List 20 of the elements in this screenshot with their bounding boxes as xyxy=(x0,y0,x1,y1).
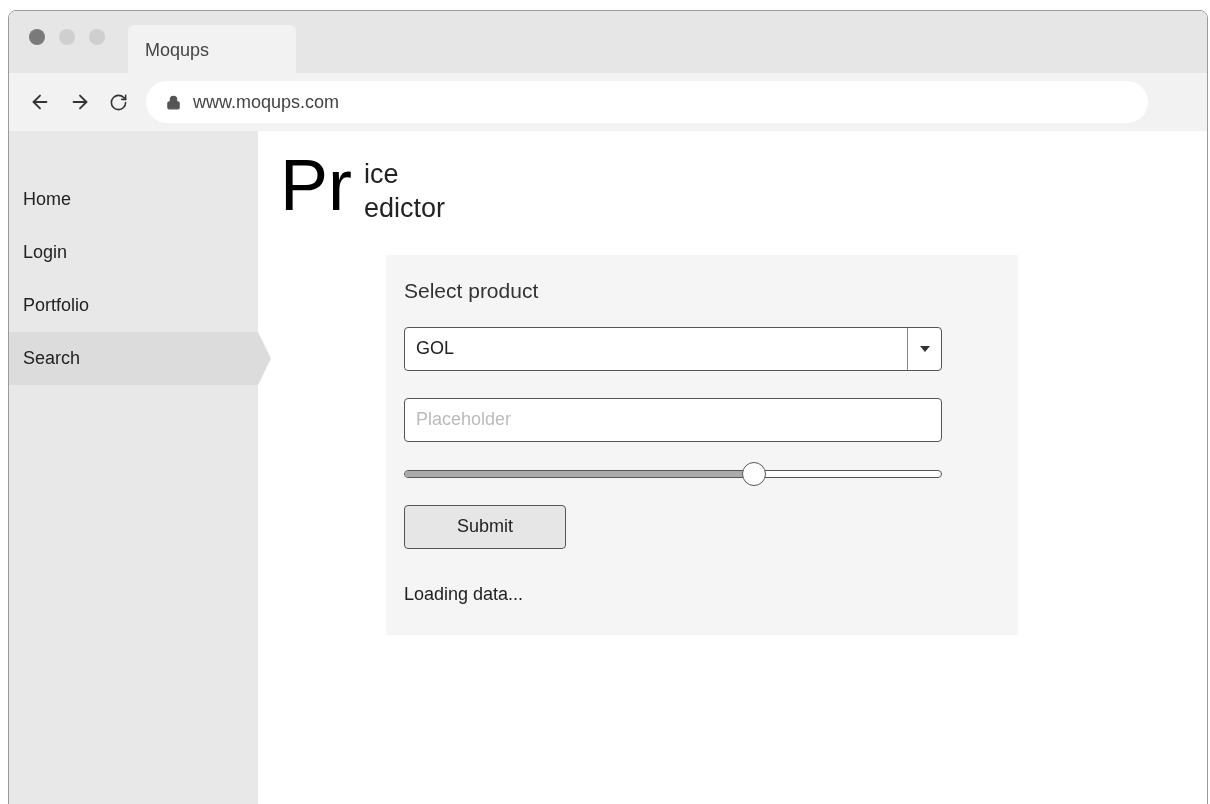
url-field[interactable]: www.moqups.com xyxy=(146,81,1148,123)
caret-icon xyxy=(919,345,930,352)
sidebar-item[interactable]: Home xyxy=(9,173,271,226)
sidebar-item[interactable]: Portfolio xyxy=(9,279,271,332)
logo-top-text: ice xyxy=(364,158,400,191)
sidebar-item[interactable]: Login xyxy=(9,226,271,279)
status-text: Loading data... xyxy=(404,582,525,606)
input-field[interactable]: Placeholder xyxy=(404,397,942,442)
logo-bottom-text: edictor xyxy=(364,192,446,225)
lock-icon xyxy=(166,94,181,110)
submit-button[interactable]: Submit xyxy=(404,504,566,549)
form-title: Select product xyxy=(404,278,540,304)
slider-track[interactable] xyxy=(404,462,942,485)
sidebar-item[interactable]: Search xyxy=(9,332,271,385)
logo-big-text: Pr xyxy=(280,149,352,221)
product-select[interactable]: GOL xyxy=(404,326,942,371)
slider-thumb[interactable] xyxy=(741,461,766,486)
browser-tab[interactable]: Moqups xyxy=(128,25,296,73)
url-text: www.moqups.com xyxy=(193,90,340,114)
reload-icon[interactable] xyxy=(109,92,128,112)
